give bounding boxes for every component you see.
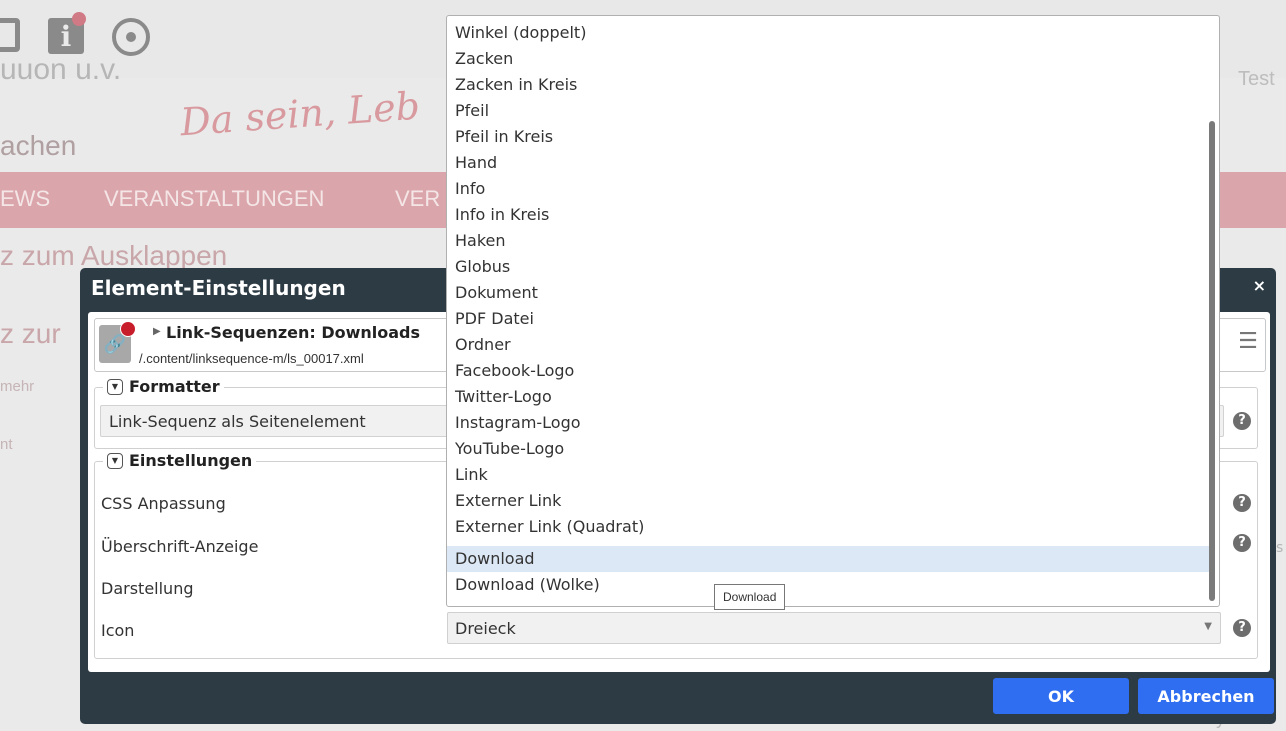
nav-item-ver[interactable]: VER bbox=[395, 186, 440, 212]
dropdown-option[interactable]: Pfeil in Kreis bbox=[447, 124, 1209, 150]
dropdown-option[interactable]: Info in Kreis bbox=[447, 202, 1209, 228]
dropdown-option[interactable]: Info bbox=[447, 176, 1209, 202]
content-heading-2: z zur bbox=[0, 318, 61, 349]
dropdown-option[interactable]: Haken bbox=[447, 228, 1209, 254]
help-icon[interactable]: ? bbox=[1233, 494, 1251, 512]
formatter-value: Link-Sequenz als Seitenelement bbox=[109, 412, 366, 431]
formatter-legend[interactable]: ▼ Formatter bbox=[103, 377, 224, 396]
dropdown-option[interactable]: Pfeil bbox=[447, 98, 1209, 124]
dropdown-option[interactable]: Zacken in Kreis bbox=[447, 72, 1209, 98]
dropdown-option[interactable]: Instagram-Logo bbox=[447, 410, 1209, 436]
org-name: uuon u.v. bbox=[0, 63, 122, 86]
element-title: Link-Sequenzen: Downloads bbox=[166, 323, 421, 342]
more-link[interactable]: mehr bbox=[0, 378, 34, 395]
help-icon[interactable]: ? bbox=[1233, 619, 1251, 637]
dropdown-option[interactable]: Externer Link bbox=[447, 488, 1209, 514]
content-text: nt bbox=[0, 436, 13, 453]
dropdown-option-highlighted[interactable]: Download bbox=[447, 546, 1209, 572]
dropdown-option[interactable]: Dokument bbox=[447, 280, 1209, 306]
help-icon[interactable]: ? bbox=[1233, 412, 1251, 430]
org-subtitle: achen bbox=[0, 130, 77, 161]
status-badge bbox=[120, 321, 136, 337]
hamburger-menu-icon[interactable]: ☰ bbox=[1235, 331, 1261, 357]
ok-button[interactable]: OK bbox=[993, 678, 1129, 714]
settings-legend[interactable]: ▼ Einstellungen bbox=[103, 451, 257, 470]
close-icon[interactable]: × bbox=[1253, 276, 1266, 295]
target-icon[interactable] bbox=[112, 18, 150, 56]
edge-text: s bbox=[1276, 540, 1284, 556]
element-path: /.content/linksequence-m/ls_00017.xml bbox=[139, 351, 364, 366]
chevron-down-icon[interactable]: ▼ bbox=[107, 378, 123, 395]
chevron-down-icon[interactable]: ▼ bbox=[1204, 621, 1212, 632]
dropdown-option[interactable]: Facebook-Logo bbox=[447, 358, 1209, 384]
slogan: Da sein, Leb bbox=[178, 83, 422, 145]
dropdown-scrollbar[interactable] bbox=[1209, 121, 1215, 601]
dropdown-option[interactable]: Twitter-Logo bbox=[447, 384, 1209, 410]
dropdown-option[interactable]: Download (Wolke) bbox=[447, 572, 1209, 598]
formatter-legend-label: Formatter bbox=[129, 377, 220, 396]
nav-item-news[interactable]: EWS bbox=[0, 186, 50, 212]
settings-legend-label: Einstellungen bbox=[129, 451, 253, 470]
setting-label-icon: Icon bbox=[101, 621, 135, 640]
nav-item-veranstaltungen[interactable]: VERANSTALTUNGEN bbox=[104, 186, 324, 212]
user-name: Test bbox=[1238, 68, 1275, 90]
dropdown-option[interactable]: Zacken bbox=[447, 46, 1209, 72]
square-icon[interactable] bbox=[0, 18, 20, 52]
setting-label-display: Darstellung bbox=[101, 579, 194, 598]
icon-select-value: Dreieck bbox=[455, 619, 516, 638]
dialog-title: Element-Einstellungen bbox=[91, 276, 346, 300]
cancel-button[interactable]: Abbrechen bbox=[1138, 678, 1274, 714]
chevron-down-icon[interactable]: ▼ bbox=[107, 452, 123, 469]
help-icon[interactable]: ? bbox=[1233, 534, 1251, 552]
icon-dropdown-list: Winkel (doppelt) Zacken Zacken in Kreis … bbox=[446, 15, 1220, 607]
dropdown-option[interactable]: Hand bbox=[447, 150, 1209, 176]
notification-dot-icon bbox=[72, 12, 86, 26]
dropdown-option[interactable]: Winkel (doppelt) bbox=[447, 20, 1209, 46]
caret-right-icon[interactable]: ▶ bbox=[153, 326, 161, 337]
dropdown-option[interactable]: Ordner bbox=[447, 332, 1209, 358]
dropdown-option[interactable]: Externer Link (Quadrat) bbox=[447, 514, 1209, 540]
dropdown-option[interactable]: PDF Datei bbox=[447, 306, 1209, 332]
icon-select[interactable]: Dreieck ▼ bbox=[447, 612, 1221, 644]
setting-label-css: CSS Anpassung bbox=[101, 494, 226, 513]
dropdown-option[interactable]: Globus bbox=[447, 254, 1209, 280]
option-tooltip: Download bbox=[714, 584, 786, 610]
setting-label-heading: Überschrift-Anzeige bbox=[101, 537, 259, 556]
dropdown-option[interactable]: YouTube-Logo bbox=[447, 436, 1209, 462]
dropdown-option[interactable]: Link bbox=[447, 462, 1209, 488]
